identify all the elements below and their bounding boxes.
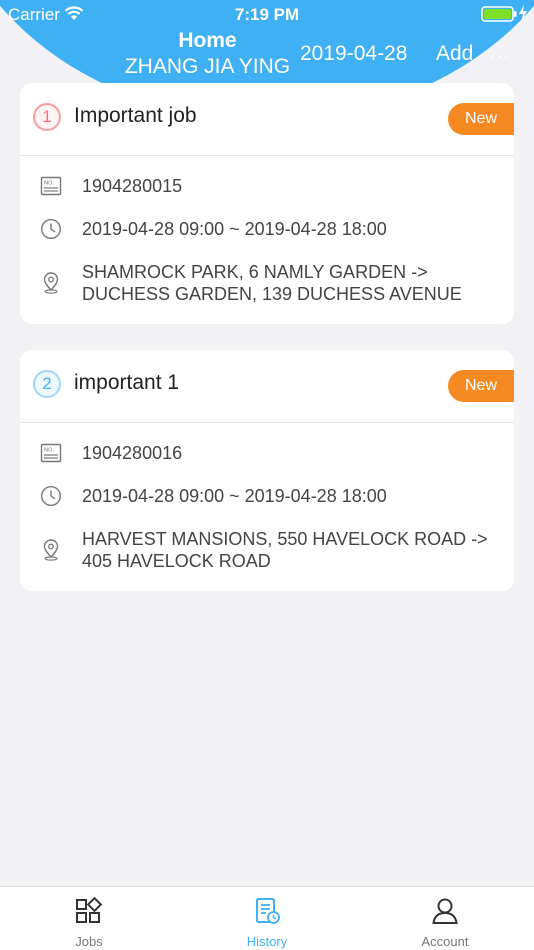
user-icon xyxy=(432,898,458,924)
document-number-icon: NO. xyxy=(40,443,62,463)
job-time-row: 2019-04-28 09:00 ~ 2019-04-28 18:00 xyxy=(20,218,514,240)
location-pin-icon xyxy=(43,539,59,561)
job-route: SHAMROCK PARK, 6 NAMLY GARDEN -> DUCHESS… xyxy=(82,262,462,304)
job-number-row: NO. 1904280015 xyxy=(20,175,514,197)
tab-bar: Jobs History Account xyxy=(0,886,534,950)
status-badge: New xyxy=(448,370,514,402)
job-card[interactable]: 2 important 1 New NO. 1904280016 2019-04… xyxy=(20,350,514,591)
tab-label: Account xyxy=(421,934,469,949)
document-number-icon: NO. xyxy=(40,176,62,196)
clock: 7:19 PM xyxy=(234,5,300,24)
svg-text:NO.: NO. xyxy=(44,181,54,187)
job-time: 2019-04-28 09:00 ~ 2019-04-28 18:00 xyxy=(82,486,387,506)
job-number: 1904280016 xyxy=(82,443,183,463)
job-route-row: SHAMROCK PARK, 6 NAMLY GARDEN -> DUCHESS… xyxy=(20,261,514,305)
grid-icon xyxy=(76,897,103,923)
charging-bolt-icon xyxy=(519,5,527,21)
job-title: important 1 xyxy=(74,371,180,394)
job-time: 2019-04-28 09:00 ~ 2019-04-28 18:00 xyxy=(82,219,387,239)
clock-icon xyxy=(40,218,62,240)
status-bar: Carrier 7:19 PM xyxy=(0,0,534,28)
job-title: Important job xyxy=(74,104,197,127)
job-number: 1904280015 xyxy=(82,176,183,196)
tab-label: History xyxy=(246,934,288,949)
tab-jobs[interactable]: Jobs xyxy=(0,887,178,950)
job-card-header: 2 important 1 New xyxy=(20,350,514,423)
job-route: HARVEST MANSIONS, 550 HAVELOCK ROAD -> 4… xyxy=(82,529,488,571)
battery-icon xyxy=(481,6,517,22)
add-button[interactable]: Add xyxy=(436,42,473,66)
clock-icon xyxy=(40,485,62,507)
nav-title: Home ZHANG JIA YING xyxy=(120,28,295,80)
date-picker[interactable]: 2019-04-28 xyxy=(300,42,407,66)
svg-text:NO.: NO. xyxy=(44,448,54,454)
tab-label: Jobs xyxy=(75,934,103,949)
status-badge: New xyxy=(448,103,514,135)
job-time-row: 2019-04-28 09:00 ~ 2019-04-28 18:00 xyxy=(20,485,514,507)
more-button[interactable]: ... xyxy=(490,40,511,64)
history-icon xyxy=(256,898,280,924)
job-index-badge: 1 xyxy=(33,103,61,131)
job-route-row: HARVEST MANSIONS, 550 HAVELOCK ROAD -> 4… xyxy=(20,528,514,572)
job-number-row: NO. 1904280016 xyxy=(20,442,514,464)
job-index-badge: 2 xyxy=(33,370,61,398)
tab-account[interactable]: Account xyxy=(356,887,534,950)
tab-history[interactable]: History xyxy=(178,887,356,950)
job-card-header: 1 Important job New xyxy=(20,83,514,156)
location-pin-icon xyxy=(43,272,59,294)
driver-name: ZHANG JIA YING xyxy=(124,55,291,78)
job-card[interactable]: 1 Important job New NO. 1904280015 2019-… xyxy=(20,83,514,324)
page-title: Home xyxy=(178,29,237,52)
